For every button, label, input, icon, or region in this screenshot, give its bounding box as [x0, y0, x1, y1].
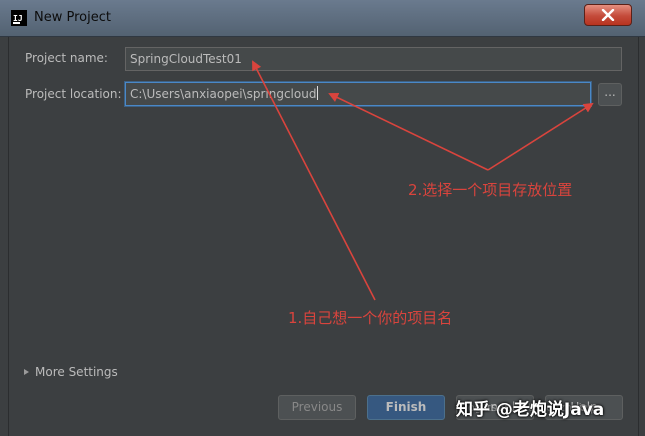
watermark-text: 知乎 @老炮说Java [456, 400, 605, 420]
location-annotation: 2.选择一个项目存放位置 [408, 181, 573, 199]
zhihu-watermark: 知乎 @老炮说Java [456, 395, 604, 420]
arrow-to-browse-button [487, 102, 594, 171]
arrow-to-name-field [252, 60, 376, 301]
annotation-arrows [252, 60, 594, 301]
name-annotation: 1.自己想一个你的项目名 [288, 309, 453, 327]
arrow-to-location-field [328, 92, 489, 171]
